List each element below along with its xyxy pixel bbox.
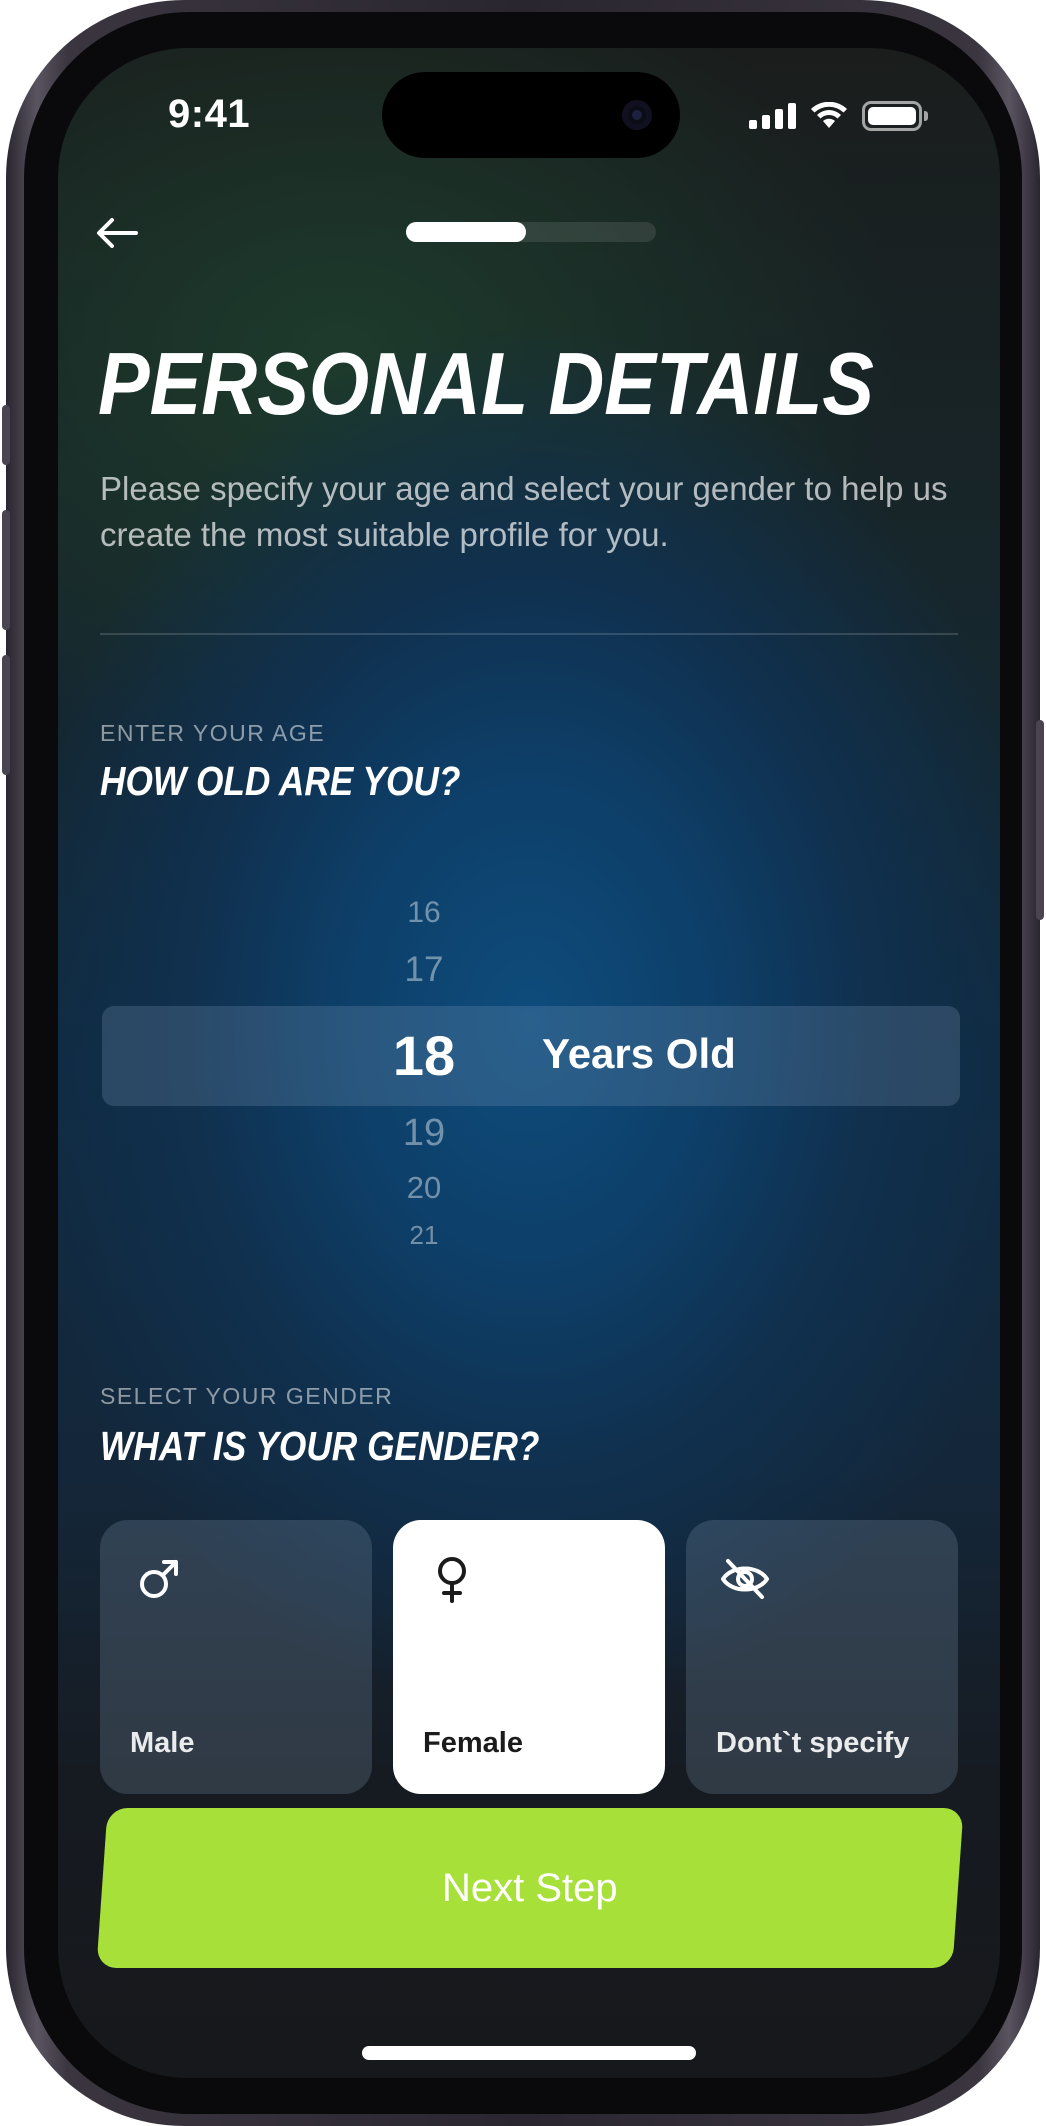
female-icon xyxy=(438,1557,466,1603)
app-screen: 9:41 PERSONAL DETAILS Please specify you… xyxy=(58,48,1000,2078)
age-option[interactable]: 21 xyxy=(364,1220,484,1251)
age-section-question: HOW OLD ARE YOU? xyxy=(100,758,461,804)
wifi-icon xyxy=(811,102,847,128)
volume-down-button xyxy=(2,655,10,775)
next-step-label: Next Step xyxy=(442,1865,618,1910)
age-option[interactable]: 19 xyxy=(364,1112,484,1155)
page-title: PERSONAL DETAILS xyxy=(98,334,874,433)
back-button[interactable] xyxy=(92,208,142,258)
arrow-left-icon xyxy=(97,218,138,248)
dynamic-island xyxy=(382,72,680,158)
age-option[interactable]: 16 xyxy=(364,896,484,930)
age-option-selected[interactable]: 18 xyxy=(364,1023,484,1088)
home-indicator xyxy=(362,2046,696,2060)
camera-icon xyxy=(622,100,652,130)
gender-option-unspecified[interactable]: Dont`t specify xyxy=(686,1520,958,1794)
volume-up-button xyxy=(2,510,10,630)
battery-icon xyxy=(862,101,928,131)
eye-off-icon xyxy=(721,1559,769,1599)
step-progress-fill xyxy=(406,222,526,242)
status-indicators xyxy=(749,100,928,132)
status-time: 9:41 xyxy=(168,92,251,136)
step-progress-bar xyxy=(406,222,656,242)
gender-option-label: Dont`t specify xyxy=(716,1727,910,1759)
phone-frame: 9:41 PERSONAL DETAILS Please specify you… xyxy=(2,0,1044,2126)
gender-section-label: SELECT YOUR GENDER xyxy=(100,1383,394,1409)
gender-option-male[interactable]: Male xyxy=(100,1520,372,1794)
cellular-signal-icon xyxy=(749,103,796,129)
gender-option-label: Female xyxy=(423,1727,523,1759)
gender-option-female[interactable]: Female xyxy=(393,1520,665,1794)
age-picker-selection[interactable] xyxy=(102,1006,960,1106)
age-section-label: ENTER YOUR AGE xyxy=(100,720,326,746)
power-button xyxy=(1036,720,1044,920)
divider xyxy=(100,633,958,635)
gender-option-label: Male xyxy=(130,1727,195,1759)
gender-section-question: WHAT IS YOUR GENDER? xyxy=(100,1423,540,1469)
age-option[interactable]: 17 xyxy=(364,950,484,990)
side-button xyxy=(2,405,10,465)
page-subtitle: Please specify your age and select your … xyxy=(100,470,948,553)
next-step-button[interactable]: Next Step xyxy=(96,1808,964,1968)
male-icon xyxy=(140,1560,178,1598)
age-unit-label: Years Old xyxy=(542,1030,736,1077)
age-option[interactable]: 20 xyxy=(364,1170,484,1206)
